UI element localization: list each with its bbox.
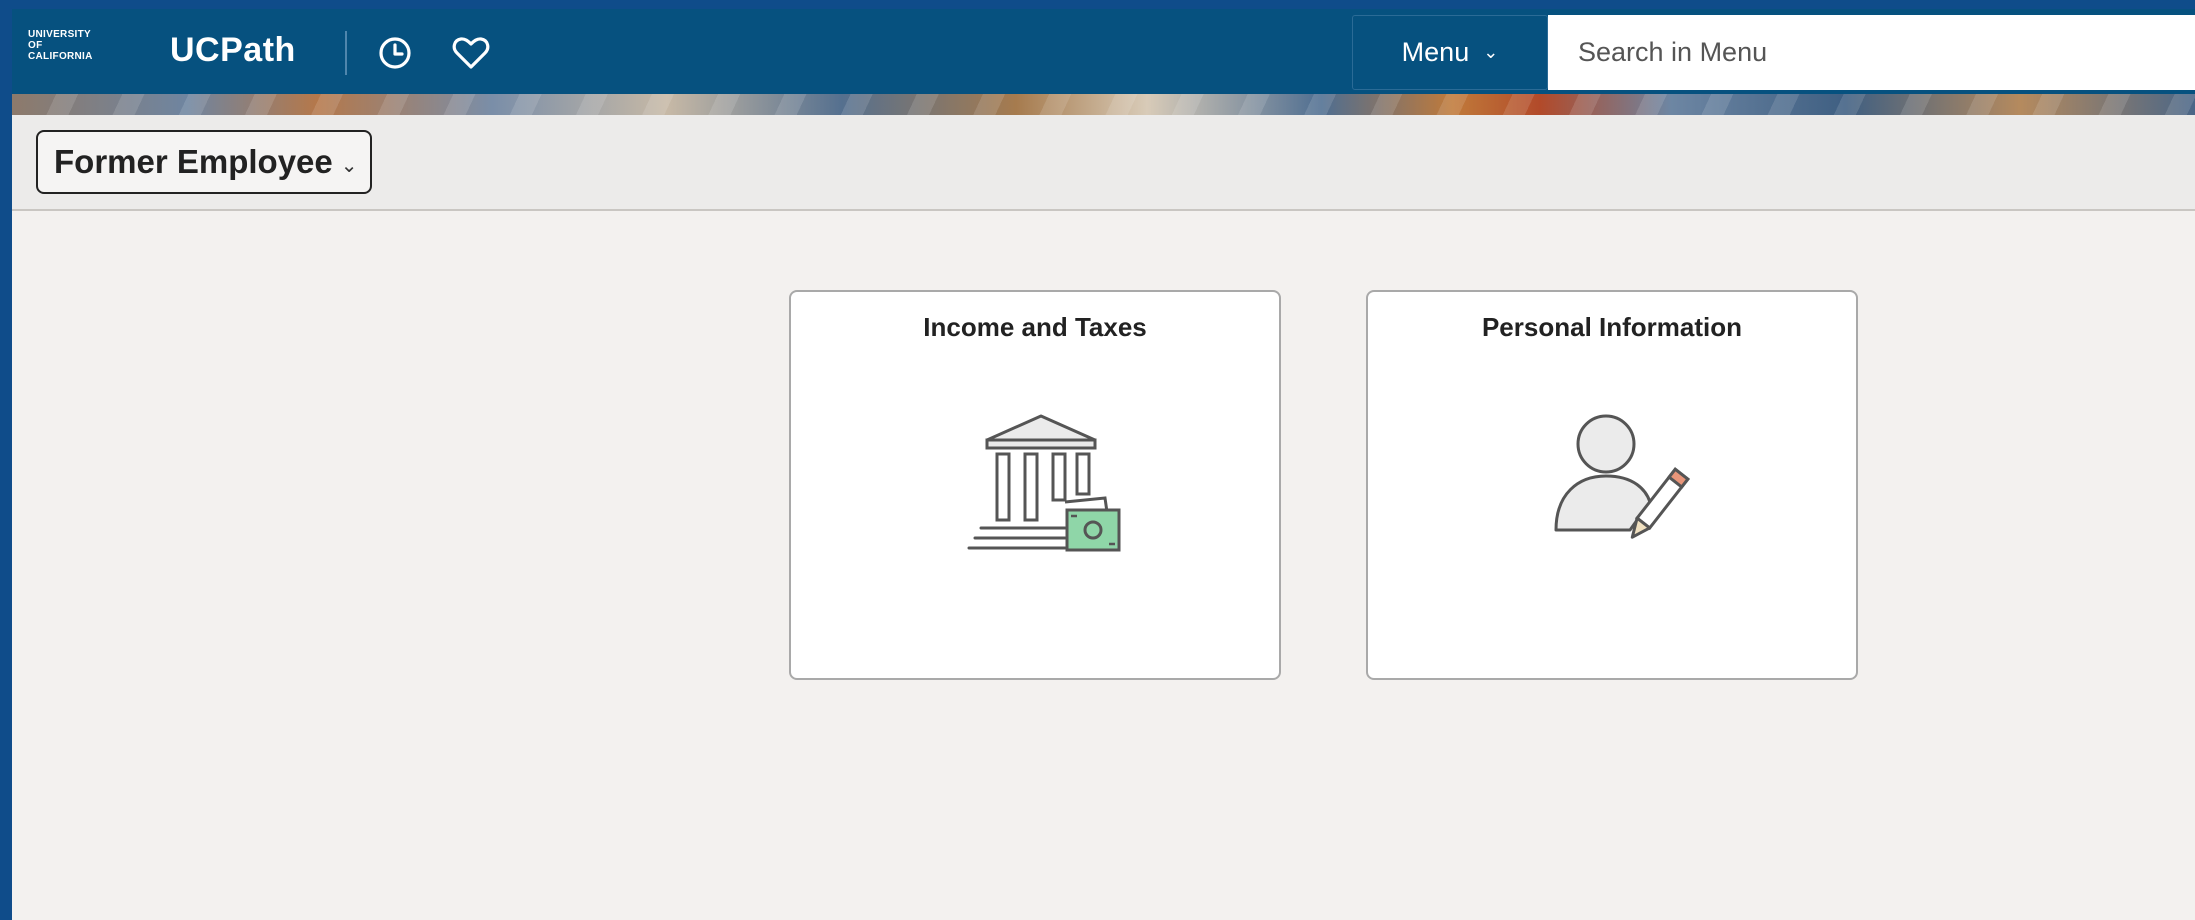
app-window: UNIVERSITY OF CALIFORNIA UCPath Menu ⌄ F… [12,9,2195,920]
top-navigation-bar: UNIVERSITY OF CALIFORNIA UCPath Menu ⌄ [12,9,2195,94]
tile-personal-information[interactable]: Personal Information [1366,290,1858,680]
header-divider [345,31,347,75]
logo-line-3: CALIFORNIA [28,51,93,62]
tile-title: Personal Information [1481,312,1743,342]
homepage-selector-label: Former Employee [54,143,333,180]
homepage-selector-dropdown[interactable]: Former Employee ⌄ [36,130,372,194]
logo-line-1: UNIVERSITY [28,29,92,40]
person-edit-icon [1554,414,1690,539]
history-icon[interactable] [377,35,413,71]
chevron-down-icon: ⌄ [340,154,358,177]
university-of-california-logo[interactable]: UNIVERSITY OF CALIFORNIA [28,29,93,62]
menu-button[interactable]: Menu ⌄ [1352,15,1548,90]
app-title[interactable]: UCPath [170,31,296,70]
decorative-banner-stripe [12,94,2195,115]
homepage-heading-bar: Former Employee ⌄ [12,115,2195,211]
menu-button-label: Menu [1401,37,1470,67]
logo-line-2: OF [28,40,43,51]
search-input[interactable] [1548,15,2195,90]
tile-title: Income and Taxes [923,312,1147,342]
favorites-heart-icon[interactable] [452,36,490,70]
tile-income-and-taxes[interactable]: Income and Taxes [789,290,1281,680]
chevron-down-icon: ⌄ [1483,42,1499,62]
bank-with-money-icon [967,414,1121,552]
